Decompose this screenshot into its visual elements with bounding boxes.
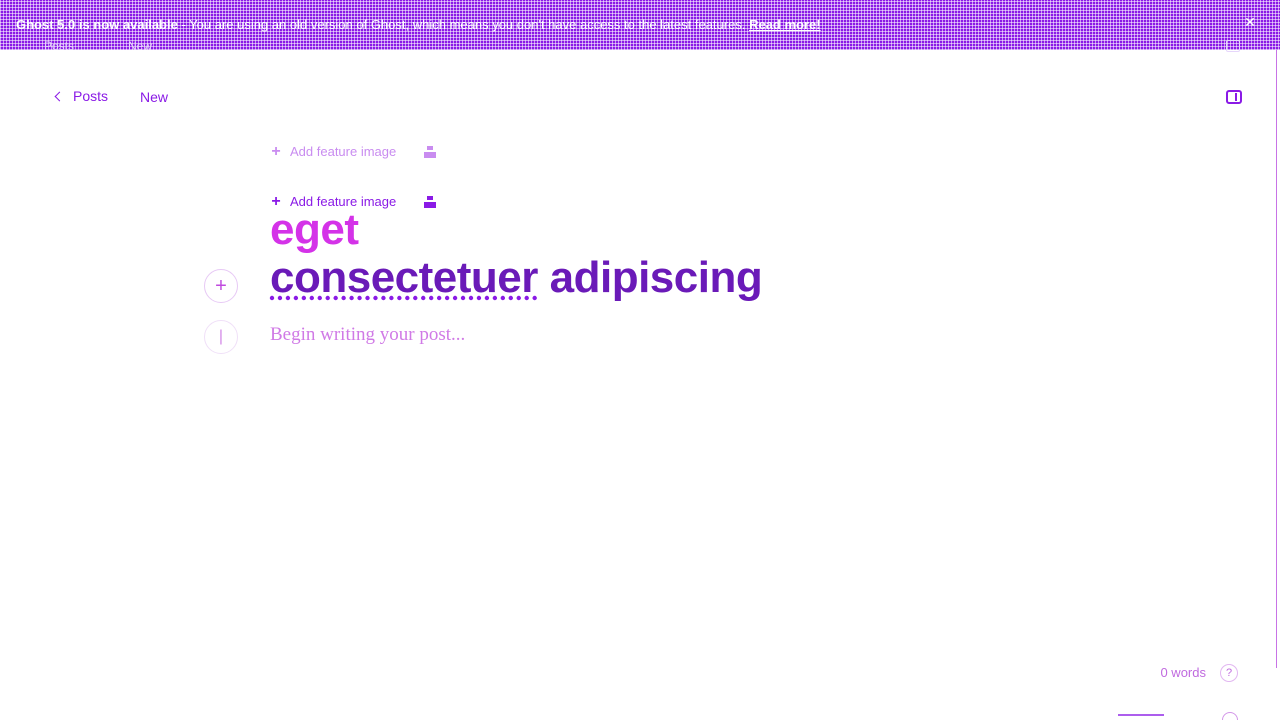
ghost-help-icon	[1222, 712, 1238, 720]
banner-title: Ghost 5.0 is now available	[16, 17, 178, 32]
close-icon[interactable]: ✕	[1242, 14, 1258, 30]
sidebar-toggle-icon[interactable]	[1226, 90, 1242, 104]
ghost-editor-page: Ghost 5.0 is now available - You are usi…	[0, 0, 1280, 720]
help-icon[interactable]: ?	[1220, 664, 1238, 682]
read-more-link[interactable]: Read more!	[749, 17, 821, 32]
post-title-line-1: eget	[270, 205, 359, 254]
add-feature-image-ghost: + Add feature image	[270, 142, 437, 160]
unsplash-icon	[424, 145, 437, 158]
banner-text: Ghost 5.0 is now available - You are usi…	[16, 17, 821, 32]
plus-icon: +	[271, 142, 281, 160]
post-status-label: New	[140, 89, 169, 105]
post-title-line-2: consectetuer adipiscing	[270, 254, 1030, 302]
banner-separator: -	[177, 17, 190, 32]
scrollbar[interactable]	[1276, 50, 1277, 668]
post-body-editor[interactable]: Begin writing your post...	[270, 324, 1030, 346]
chevron-left-icon	[54, 91, 65, 101]
update-banner: Ghost 5.0 is now available - You are usi…	[0, 0, 1280, 50]
add-card-button[interactable]: +	[204, 269, 238, 303]
ghost-footer-overlay	[1118, 712, 1238, 720]
back-label: Posts	[73, 88, 109, 104]
editor-header: Posts New	[0, 84, 1280, 112]
banner-message: You are using an old version of Ghost, w…	[189, 17, 746, 32]
feature-image-label-ghost: Add feature image	[290, 144, 397, 159]
post-title-input[interactable]: eget consectetuer adipiscing	[270, 206, 1030, 302]
back-to-posts-link[interactable]: Posts	[54, 88, 109, 104]
add-card-button-secondary[interactable]: |	[204, 320, 238, 354]
post-title-line-2-rest: adipiscing	[537, 253, 763, 302]
ghost-footer-text	[1118, 714, 1164, 716]
word-count: 0 words	[1160, 665, 1206, 680]
spellcheck-underlined-word: consectetuer	[270, 253, 538, 302]
